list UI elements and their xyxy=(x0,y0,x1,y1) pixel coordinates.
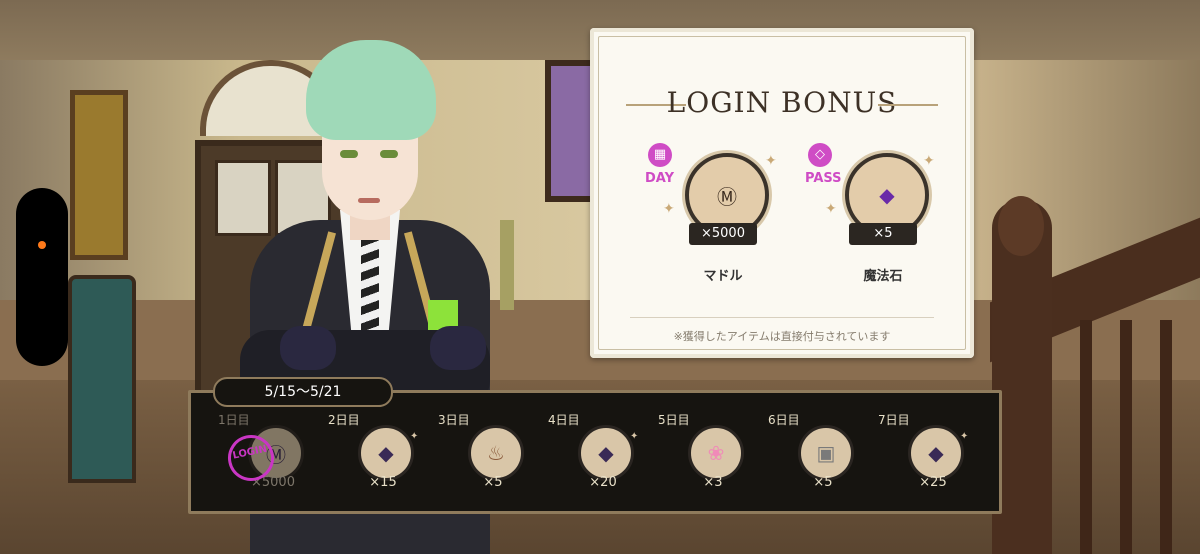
reward-pass[interactable]: ◇ PASS ◆ ✦ ✦ ×5 魔法石 xyxy=(805,143,955,313)
day-label: 4日目 xyxy=(548,413,580,427)
day-count: ×5 xyxy=(813,475,833,490)
cupcake-icon: ♨ xyxy=(468,425,524,481)
chair xyxy=(68,275,136,483)
madol-ticket-icon: Ⓜ xyxy=(717,184,737,209)
magic-stone-icon: ◆ xyxy=(578,425,634,481)
reward-tag: DAY xyxy=(645,171,675,186)
character-glove-left xyxy=(280,326,336,370)
period-label: 5/15〜5/21 xyxy=(213,377,393,407)
reward-name: 魔法石 xyxy=(863,269,903,284)
day-count: ×15 xyxy=(369,475,397,490)
painting-left xyxy=(70,90,128,260)
diamond-icon: ◇ xyxy=(808,143,832,167)
privacy-indicator-dot xyxy=(38,241,46,249)
divider xyxy=(630,317,934,318)
day-count: ×5 xyxy=(483,475,503,490)
cotton-candy-icon: ❀ xyxy=(688,425,744,481)
reward-name: マドル xyxy=(703,269,743,284)
sparkle-icon: ✦ xyxy=(825,201,837,217)
day-label: 6日目 xyxy=(768,413,800,427)
sparkle-icon: ✦ xyxy=(765,153,777,169)
magic-stone-icon: ◆ xyxy=(908,425,964,481)
day-count: ×20 xyxy=(589,475,617,490)
claimed-note: ※獲得したアイテムは直接付与されています xyxy=(673,330,891,343)
magic-stone-icon: ◆ xyxy=(358,425,414,481)
reward-day[interactable]: ▦ DAY Ⓜ ✦ ✦ ×5000 マドル xyxy=(645,143,795,313)
day-label: 5日目 xyxy=(658,413,690,427)
sparkle-icon: ✦ xyxy=(923,153,935,169)
day-cell-3[interactable]: 3日目 ♨ ×5 xyxy=(438,405,538,505)
baluster xyxy=(1160,320,1172,554)
day-count: ×3 xyxy=(703,475,723,490)
day-cell-4[interactable]: 4日目 ◆ ✦ ×20 xyxy=(548,405,648,505)
day-label: 1日目 xyxy=(218,413,250,427)
sparkle-icon: ✦ xyxy=(960,431,969,442)
camera-cutout xyxy=(16,188,68,366)
login-bonus-title: LOGIN BONUS xyxy=(666,86,898,119)
sparkle-icon: ✦ xyxy=(410,431,419,442)
day-cell-2[interactable]: 2日目 ◆ ✦ ×15 xyxy=(328,405,428,505)
day-label: 2日目 xyxy=(328,413,360,427)
login-bonus-card: LOGIN BONUS ▦ DAY Ⓜ ✦ ✦ ×5000 マドル ◇ PASS… xyxy=(590,28,974,358)
baluster xyxy=(1120,320,1132,554)
character-mouth xyxy=(358,198,380,203)
title-flourish-right xyxy=(878,104,938,106)
candlestick xyxy=(500,220,514,310)
sparkle-icon: ✦ xyxy=(630,431,639,442)
magic-stone-icon: ◆ xyxy=(879,183,895,207)
reward-tag: PASS xyxy=(805,171,842,186)
day-count: ×5000 xyxy=(251,475,295,490)
day-cell-6[interactable]: 6日目 ▣ ×5 xyxy=(768,405,868,505)
newel-post-cap xyxy=(998,196,1044,256)
calendar-icon: ▦ xyxy=(648,143,672,167)
day-cell-5[interactable]: 5日目 ❀ ×3 xyxy=(658,405,758,505)
sparkle-icon: ✦ xyxy=(663,201,675,217)
character-eye-left xyxy=(340,150,358,158)
character-hair xyxy=(306,40,436,140)
day-label: 7日目 xyxy=(878,413,910,427)
reward-count: ×5 xyxy=(849,223,917,245)
day-label: 3日目 xyxy=(438,413,470,427)
sugar-cubes-icon: ▣ xyxy=(798,425,854,481)
baluster xyxy=(1080,320,1092,554)
day-count: ×25 xyxy=(919,475,947,490)
day-cell-7[interactable]: 7日目 ◆ ✦ ×25 xyxy=(878,405,978,505)
reward-count: ×5000 xyxy=(689,223,757,245)
character-eye-right xyxy=(380,150,398,158)
character-glove-right xyxy=(430,326,486,370)
